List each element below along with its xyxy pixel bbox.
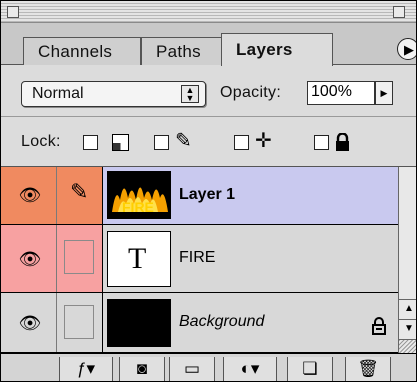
- close-box[interactable]: [7, 6, 19, 18]
- link-cell[interactable]: [57, 293, 103, 352]
- blend-row: Normal ▲ ▼ Opacity: 100% ▶: [1, 65, 416, 117]
- eye-icon[interactable]: 👁: [15, 245, 45, 273]
- link-cell[interactable]: ✎: [57, 167, 103, 224]
- layer-thumbnail[interactable]: [107, 299, 171, 347]
- visibility-cell[interactable]: 👁: [1, 167, 57, 224]
- fire-thumbnail-image: FIRE: [108, 172, 170, 218]
- visibility-cell[interactable]: 👁: [1, 225, 57, 292]
- layer-name[interactable]: Layer 1: [179, 186, 235, 204]
- opacity-slider-button[interactable]: ▶: [375, 81, 393, 105]
- layers-list: 👁 ✎ FIRE Layer 1 👁 T FIRE 👁 Background: [1, 167, 398, 353]
- link-cell[interactable]: [57, 225, 103, 292]
- transparency-icon: [112, 134, 129, 151]
- move-icon: ✛: [255, 130, 272, 152]
- eye-icon[interactable]: 👁: [15, 309, 45, 337]
- brush-icon: ✎: [70, 179, 89, 204]
- layer-thumbnail[interactable]: FIRE: [107, 171, 171, 219]
- lock-position-checkbox[interactable]: [234, 135, 249, 150]
- tab-bar: Channels Paths Layers ▶: [1, 23, 416, 66]
- collapse-box[interactable]: [393, 6, 405, 18]
- link-box[interactable]: [64, 305, 94, 339]
- select-arrows-icon: ▲ ▼: [181, 85, 199, 103]
- triangle-right-icon: ▶: [404, 42, 414, 57]
- lock-icon: [372, 317, 386, 335]
- new-layer-icon: ❏: [302, 359, 318, 378]
- scroll-up-icon[interactable]: ▲: [399, 299, 416, 319]
- layer-row[interactable]: 👁 Background: [1, 293, 398, 353]
- lock-image-checkbox[interactable]: [154, 135, 169, 150]
- layer-row[interactable]: 👁 T FIRE: [1, 225, 398, 293]
- blend-mode-select[interactable]: Normal ▲ ▼: [21, 81, 206, 107]
- new-set-button[interactable]: ▭: [169, 357, 215, 381]
- scrollbar[interactable]: ▲ ▼: [398, 167, 416, 353]
- opacity-input[interactable]: 100%: [307, 81, 375, 105]
- folder-icon: ▭: [183, 359, 201, 378]
- opacity-label: Opacity:: [220, 84, 282, 101]
- layer-style-button[interactable]: ƒ▾: [59, 357, 113, 381]
- delete-layer-button[interactable]: 🗑: [345, 357, 391, 381]
- palette-title-bar[interactable]: [1, 1, 416, 23]
- lock-label: Lock:: [21, 133, 61, 150]
- layer-style-icon: ƒ▾: [77, 359, 95, 378]
- layer-thumbnail[interactable]: T: [107, 231, 171, 287]
- blend-mode-value: Normal: [32, 85, 84, 102]
- link-box[interactable]: [64, 240, 94, 274]
- lock-row: Lock: ✎ ✛: [1, 117, 416, 167]
- text-layer-icon: T: [128, 242, 147, 275]
- bottom-toolbar: ƒ▾ ◙ ▭ ◐▾ ❏ 🗑: [1, 353, 416, 381]
- adjustment-layer-button[interactable]: ◐▾: [223, 357, 277, 381]
- adjustment-icon: ◐▾: [240, 359, 260, 378]
- tab-channels[interactable]: Channels: [23, 37, 141, 65]
- layer-name[interactable]: FIRE: [179, 249, 215, 267]
- eye-icon[interactable]: 👁: [15, 181, 45, 209]
- brush-icon: ✎: [175, 130, 192, 152]
- layers-palette: Channels Paths Layers ▶ Normal ▲ ▼ Opacit…: [0, 0, 417, 382]
- layer-row[interactable]: 👁 ✎ FIRE Layer 1: [1, 167, 398, 225]
- visibility-cell[interactable]: 👁: [1, 293, 57, 352]
- add-mask-button[interactable]: ◙: [119, 357, 165, 381]
- scroll-down-icon[interactable]: ▼: [399, 319, 416, 339]
- mask-icon: ◙: [136, 359, 148, 378]
- lock-all-checkbox[interactable]: [314, 135, 329, 150]
- lock-transparency-checkbox[interactable]: [83, 135, 98, 150]
- tab-layers[interactable]: Layers: [221, 33, 333, 66]
- new-layer-button[interactable]: ❏: [287, 357, 333, 381]
- palette-menu-button[interactable]: ▶: [397, 38, 416, 60]
- resize-grip-icon[interactable]: [399, 339, 416, 353]
- thumb-text: FIRE: [122, 199, 154, 215]
- trash-icon: 🗑: [357, 359, 379, 378]
- lock-icon: [336, 133, 349, 151]
- layer-name[interactable]: Background: [179, 313, 264, 331]
- tab-paths[interactable]: Paths: [141, 37, 229, 65]
